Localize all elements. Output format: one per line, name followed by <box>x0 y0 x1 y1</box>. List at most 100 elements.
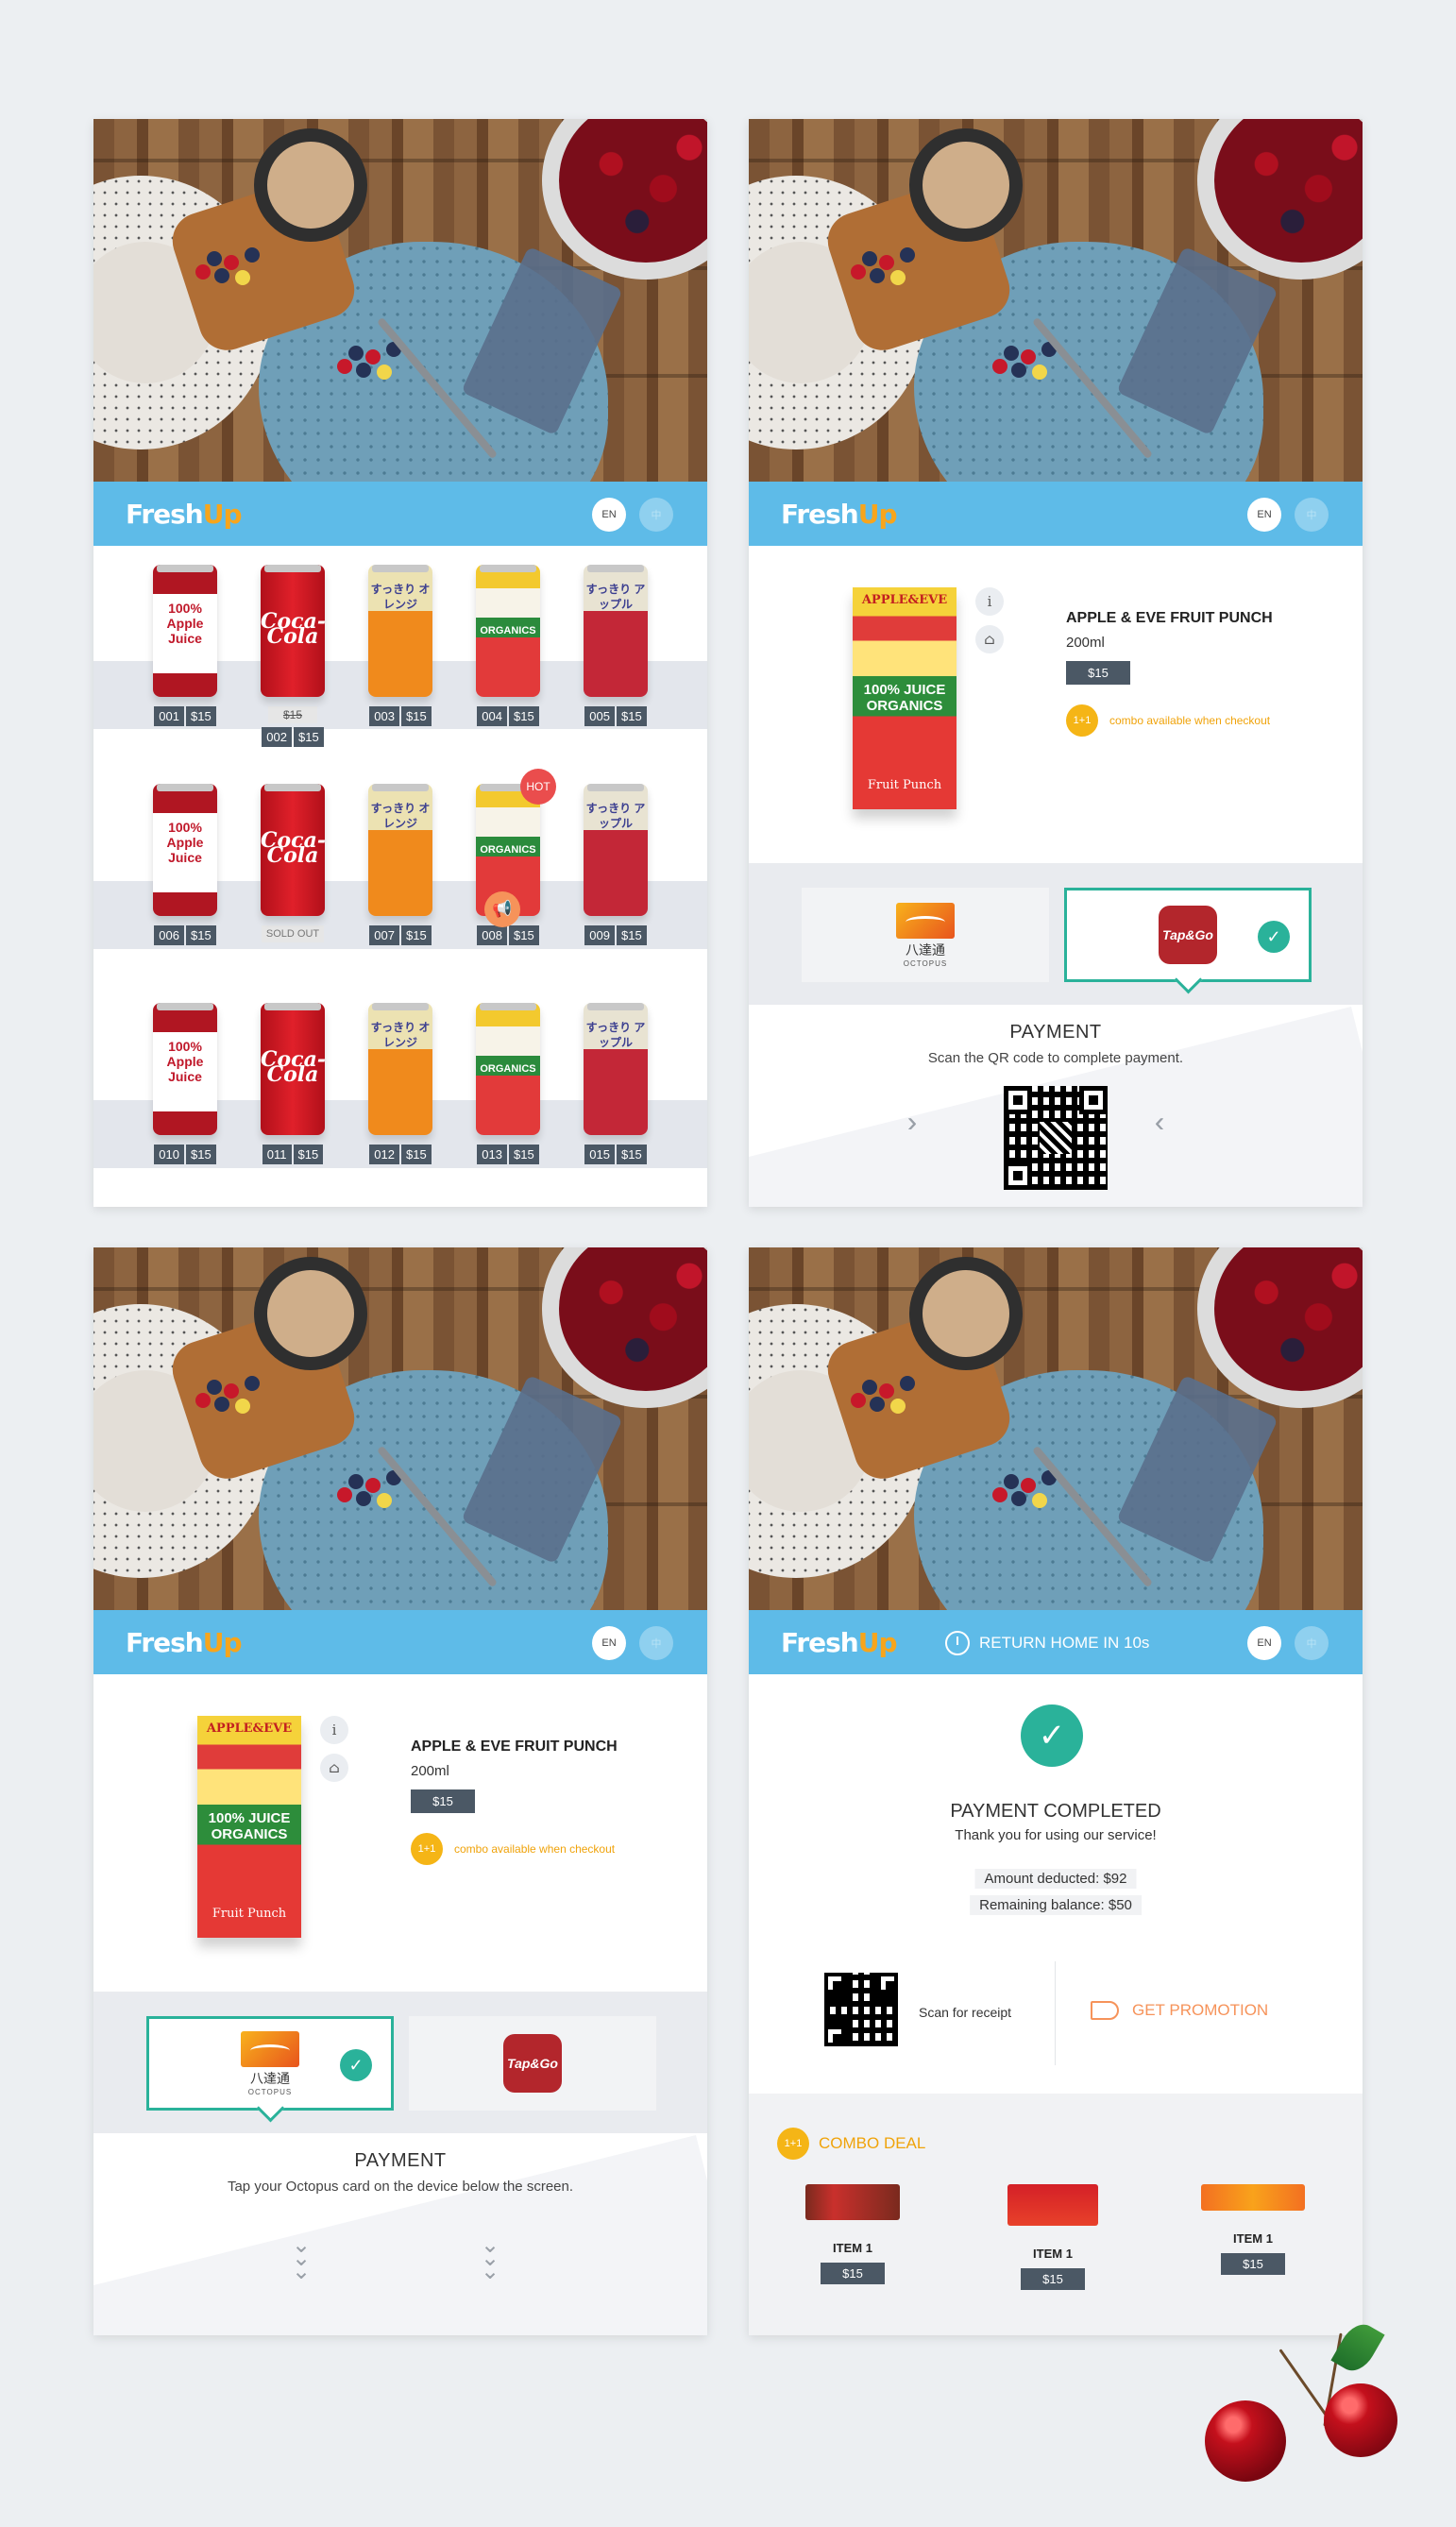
can-image: 100% Apple Juice <box>153 784 217 916</box>
lang-en-button[interactable]: EN <box>1247 498 1281 532</box>
cherries-decoration <box>1190 2314 1416 2502</box>
combo-item[interactable]: ITEM 1 $15 <box>1196 2184 1310 2275</box>
combo-badge: 1+1 <box>777 2128 809 2160</box>
can-image: すっきり オレンジ <box>368 565 432 697</box>
completion-summary: ✓ PAYMENT COMPLETED Thank you for using … <box>749 1674 1363 2094</box>
brand-logo[interactable]: FreshUp <box>126 1627 243 1658</box>
lang-tc-button[interactable]: 中 <box>1295 498 1329 532</box>
brand-logo[interactable]: FreshUp <box>781 1627 898 1658</box>
price-tag: 003 $15 <box>369 706 432 726</box>
product-item[interactable]: Coca-Cola $15 002 $15 <box>250 565 335 747</box>
octopus-logo: 八達通 OCTOPUS <box>896 902 955 968</box>
price-tag: 011 $15 <box>262 1145 324 1164</box>
info-icon[interactable]: i <box>975 587 1004 616</box>
get-promotion-button[interactable]: GET PROMOTION <box>1091 2001 1268 2020</box>
return-home-countdown[interactable]: RETURN HOME IN 10s <box>945 1631 1149 1655</box>
remaining-balance: Remaining balance: $50 <box>970 1895 1142 1915</box>
payment-title: PAYMENT <box>1009 1022 1102 1043</box>
receipt-qr-code[interactable] <box>824 1973 898 2046</box>
brand-logo[interactable]: FreshUp <box>781 499 898 530</box>
octopus-logo: 八達通 OCTOPUS <box>241 2030 299 2096</box>
product-item[interactable]: 📢 100% Apple Juice 001 $15 <box>143 565 520 927</box>
price-tag: 015 $15 <box>584 1145 647 1164</box>
can-image: すっきり アップル <box>584 784 648 916</box>
lang-tc-button[interactable]: 中 <box>1295 1626 1329 1660</box>
combo-badge: 1+1 <box>1066 704 1098 737</box>
lang-en-button[interactable]: EN <box>1247 1626 1281 1660</box>
nutrition-icon[interactable]: ⌂ <box>975 625 1004 653</box>
product-image: APPLE&EVE 100% JUICE ORGANICS Fruit Punc… <box>853 587 957 809</box>
can-image: すっきり オレンジ <box>368 1003 432 1135</box>
price-tag: 001 $15 <box>154 706 216 726</box>
stopwatch-icon <box>945 1631 970 1655</box>
product-item[interactable]: 100% Apple Juice 010 $15 <box>143 1003 228 1164</box>
product-item[interactable]: すっきり オレンジ 007 $15 <box>358 784 443 945</box>
tapgo-method-card[interactable]: Tap&Go <box>409 2016 656 2111</box>
chevrons-down-icon: ⌄ ⌄ ⌄ <box>292 2232 312 2284</box>
amount-deducted: Amount deducted: $92 <box>974 1869 1137 1889</box>
product-image: APPLE&EVE 100% JUICE ORGANICS Fruit Punc… <box>197 1716 301 1938</box>
success-check-icon: ✓ <box>1021 1704 1083 1767</box>
combo-deal-header: 1+1 COMBO DEAL <box>777 2128 925 2160</box>
header-bar: FreshUp RETURN HOME IN 10s EN 中 <box>749 1610 1363 1674</box>
product-price: $15 <box>411 1789 475 1813</box>
price-tag: 002 $15 <box>262 727 324 747</box>
price-tag: 010 $15 <box>154 1145 216 1164</box>
payment-method-selector: 八達通 OCTOPUS Tap&Go ✓ <box>749 863 1363 1005</box>
product-item[interactable]: すっきり アップル 005 $15 <box>573 565 658 747</box>
price-tag: 004 $15 <box>477 706 539 726</box>
lang-tc-button[interactable]: 中 <box>639 498 673 532</box>
product-item[interactable]: すっきり アップル 009 $15 <box>573 784 658 945</box>
receipt-label: Scan for receipt <box>919 2005 1012 2020</box>
price-tag: 007 $15 <box>369 925 432 945</box>
product-name: APPLE & EVE FRUIT PUNCH <box>1066 610 1273 626</box>
octopus-method-card[interactable]: 八達通 OCTOPUS <box>802 888 1049 982</box>
payment-instruction: PAYMENT Scan the QR code to complete pay… <box>749 1005 1363 1207</box>
price-tag: 009 $15 <box>584 925 647 945</box>
payment-title: PAYMENT <box>354 2150 447 2171</box>
hero-food-image <box>93 1247 707 1610</box>
tapgo-logo: Tap&Go <box>1159 906 1217 964</box>
product-item[interactable]: Coca-Cola SOLD OUT <box>250 784 335 945</box>
product-item[interactable]: 100% Apple Juice 006 $15 <box>143 784 228 945</box>
product-size: 200ml <box>411 1763 449 1779</box>
payment-qr-code <box>1004 1086 1108 1190</box>
nutrition-icon[interactable]: ⌂ <box>320 1754 348 1782</box>
payment-method-selector: 八達通 OCTOPUS ✓ Tap&Go <box>93 1992 707 2133</box>
hero-food-image <box>749 1247 1363 1610</box>
product-item[interactable]: ORGANICS 004 $15 <box>466 565 550 747</box>
lang-tc-button[interactable]: 中 <box>639 1626 673 1660</box>
can-image: すっきり オレンジ <box>368 784 432 916</box>
product-item[interactable]: Coca-Cola 011 $15 <box>250 1003 335 1164</box>
price-tag: 012 $15 <box>369 1145 432 1164</box>
product-item[interactable]: ORGANICS 013 $15 <box>466 1003 550 1164</box>
product-item[interactable]: すっきり オレンジ 012 $15 <box>358 1003 443 1164</box>
lang-en-button[interactable]: EN <box>592 498 626 532</box>
brand-logo[interactable]: FreshUp <box>126 499 243 530</box>
info-icon[interactable]: i <box>320 1716 348 1744</box>
completion-subtitle: Thank you for using our service! <box>955 1827 1157 1843</box>
product-detail: APPLE&EVE 100% JUICE ORGANICS Fruit Punc… <box>93 1674 707 1992</box>
combo-hint: 1+1 combo available when checkout <box>1066 704 1270 737</box>
lang-en-button[interactable]: EN <box>592 1626 626 1660</box>
hero-food-image <box>749 119 1363 482</box>
combo-item[interactable]: ITEM 1 $15 <box>996 2184 1109 2290</box>
product-list-screen: FreshUp EN 中 📢 100% Apple Juice 001 $15 Coca… <box>93 119 707 1207</box>
candy-image <box>805 2184 900 2220</box>
payment-complete-screen: FreshUp RETURN HOME IN 10s EN 中 ✓ PAYMEN… <box>749 1247 1363 2335</box>
can-image: ORGANICS <box>476 565 540 697</box>
tapgo-method-card[interactable]: Tap&Go ✓ <box>1064 888 1312 982</box>
combo-item[interactable]: ITEM 1 $15 <box>796 2184 909 2284</box>
can-image: Coca-Cola <box>261 1003 325 1135</box>
can-image: ORGANICS <box>476 1003 540 1135</box>
hero-food-image <box>93 119 707 482</box>
product-row: 📢 100% Apple Juice 001 $15 Coca-Cola $15 002 $1… <box>93 565 707 927</box>
old-price: $15 <box>267 706 318 723</box>
product-item[interactable]: すっきり アップル 015 $15 <box>573 1003 658 1164</box>
product-item[interactable]: すっきり オレンジ 003 $15 <box>358 565 443 747</box>
octopus-method-card[interactable]: 八達通 OCTOPUS ✓ <box>146 2016 394 2111</box>
completion-title: PAYMENT COMPLETED <box>950 1801 1161 1822</box>
combo-deal-section: 1+1 COMBO DEAL ITEM 1 $15 ITEM 1 $15 ITE… <box>749 2094 1363 2335</box>
product-price: $15 <box>1066 661 1130 685</box>
product-grid: 📢 100% Apple Juice 001 $15 Coca-Cola $15 002 $1… <box>93 546 707 1207</box>
